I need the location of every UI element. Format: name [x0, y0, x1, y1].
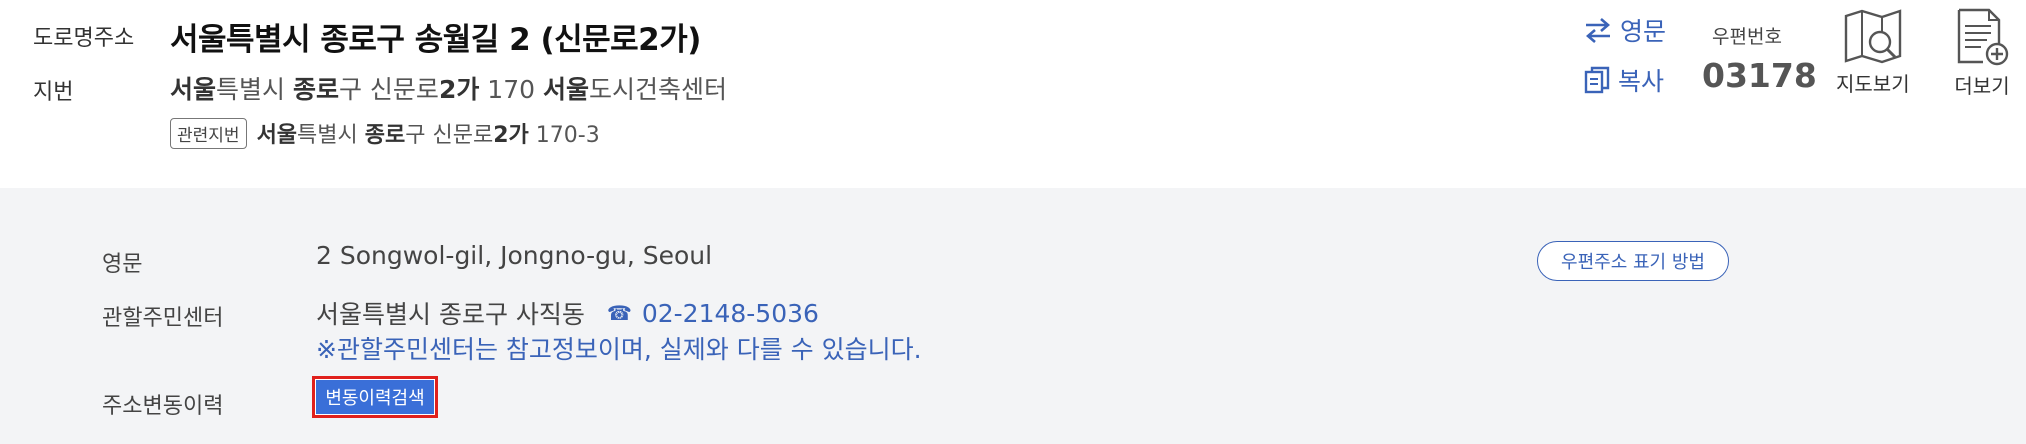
- map-view-button[interactable]: 지도보기: [1836, 8, 1910, 97]
- copy-label: 복사: [1618, 67, 1665, 96]
- road-address-title: 서울특별시 종로구 송월길 2 (신문로2가): [170, 22, 701, 58]
- jibun-address-part: 2가: [438, 75, 480, 104]
- jibun-address-part: 특별시: [216, 75, 293, 104]
- swap-arrows-icon: [1586, 18, 1610, 43]
- english-address-value: 2 Songwol-gil, Jongno-gu, Seoul: [316, 241, 713, 270]
- more-button[interactable]: 더보기: [1953, 8, 2011, 99]
- jibun-address-part: 종로: [292, 75, 339, 104]
- phone-link[interactable]: ☎ 02-2148-5036: [607, 299, 819, 328]
- english-toggle-button[interactable]: 영문: [1584, 12, 1666, 48]
- community-center-value: 서울특별시 종로구 사직동: [316, 300, 585, 329]
- related-jibun-part: 특별시: [297, 123, 365, 148]
- jibun-address: 서울특별시 종로구 신문로2가 170 서울도시건축센터: [170, 70, 727, 106]
- jibun-address-part: 도시건축센터: [588, 75, 727, 104]
- phone-icon: ☎: [606, 301, 632, 325]
- zipcode-value: 03178: [1702, 56, 1817, 95]
- copy-button[interactable]: 복사: [1584, 62, 1664, 98]
- community-center-label: 관할주민센터: [102, 306, 224, 331]
- related-jibun: 관련지번 서울특별시 종로구 신문로2가 170-3: [170, 117, 600, 149]
- related-jibun-part: 2가: [493, 123, 529, 148]
- related-jibun-tag: 관련지번: [170, 117, 247, 149]
- jibun-address-part: 구 신문로: [338, 75, 439, 104]
- jibun-address-part: 170: [479, 75, 543, 104]
- jibun-address-part: 서울: [542, 75, 589, 104]
- zipcode-label: 우편번호: [1712, 26, 1782, 48]
- history-button-highlight: 변동이력검색: [312, 376, 438, 418]
- community-center-note: ※관할주민센터는 참고정보이며, 실제와 다를 수 있습니다.: [316, 335, 922, 364]
- map-view-label: 지도보기: [1836, 72, 1910, 96]
- phone-number: 02-2148-5036: [641, 298, 819, 328]
- related-jibun-part: 종로: [364, 123, 406, 148]
- map-search-icon: [1844, 9, 1901, 64]
- address-summary: 도로명주소 서울특별시 종로구 송월길 2 (신문로2가) 지번 서울특별시 종…: [0, 0, 2026, 188]
- address-history-label: 주소변동이력: [102, 394, 224, 419]
- related-jibun-part: 170-3: [528, 123, 600, 148]
- related-jibun-address: 서울특별시 종로구 신문로2가 170-3: [257, 117, 600, 149]
- more-label: 더보기: [1954, 74, 2010, 98]
- related-jibun-part: 서울: [256, 123, 298, 148]
- road-address-label: 도로명주소: [33, 26, 135, 51]
- postal-guide-button[interactable]: 우편주소 표기 방법: [1537, 241, 1729, 281]
- english-address-label: 영문: [102, 252, 143, 277]
- community-center-row: 서울특별시 종로구 사직동 ☎ 02-2148-5036: [316, 295, 819, 331]
- address-details-panel: [0, 188, 2026, 444]
- jibun-label: 지번: [33, 80, 74, 105]
- copy-icon: [1584, 66, 1610, 94]
- history-search-button[interactable]: 변동이력검색: [315, 379, 435, 415]
- english-toggle-label: 영문: [1620, 17, 1667, 46]
- related-jibun-part: 구 신문로: [405, 123, 494, 148]
- jibun-address-part: 서울: [170, 75, 217, 104]
- document-plus-icon: [1957, 8, 2009, 66]
